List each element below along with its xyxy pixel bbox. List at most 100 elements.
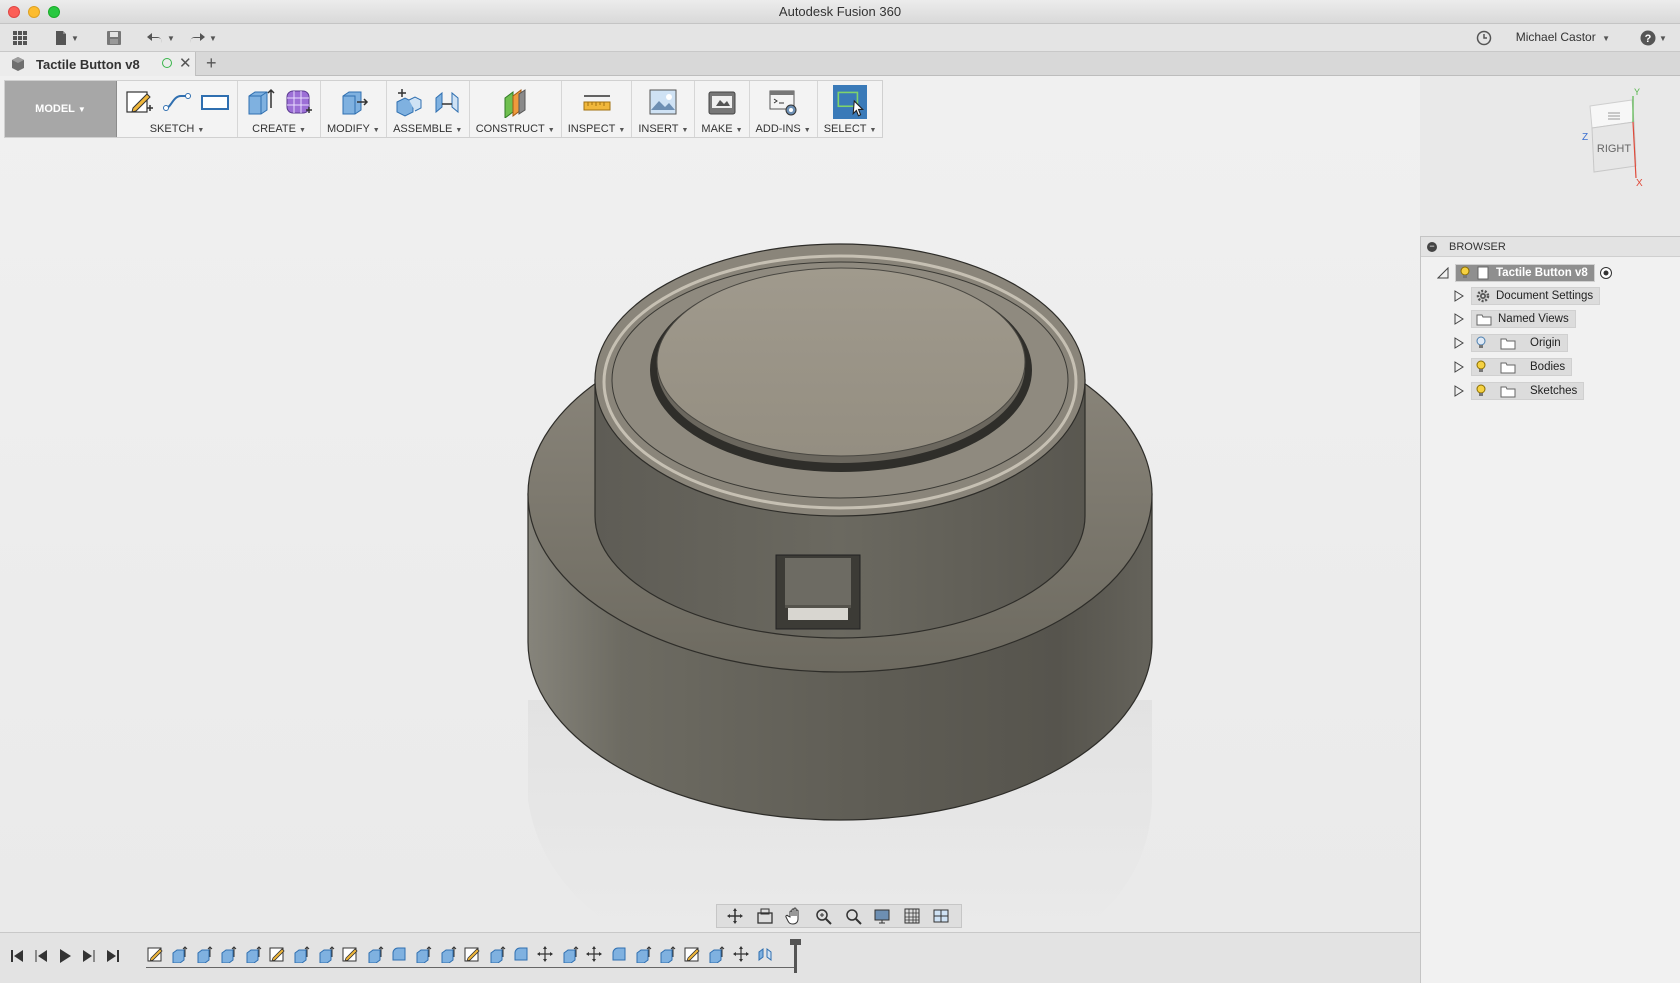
redo-button[interactable]: ▼ (188, 27, 217, 49)
collapse-browser-icon[interactable]: − (1427, 241, 1437, 252)
timeline-feature-fillet-icon[interactable] (390, 945, 408, 963)
activate-radio-icon[interactable] (1599, 266, 1613, 280)
user-menu[interactable]: Michael Castor ▼ (1516, 30, 1610, 44)
previous-step-icon[interactable] (32, 947, 50, 965)
extrude-icon[interactable] (244, 86, 276, 118)
timeline-feature-extrude-icon[interactable] (244, 945, 262, 964)
collapsed-triangle-icon[interactable] (1453, 337, 1465, 349)
play-icon[interactable] (56, 947, 74, 965)
timeline-feature-extrude-icon[interactable] (219, 945, 237, 964)
select-icon[interactable] (831, 85, 869, 119)
timeline-feature-sketch-icon[interactable] (146, 945, 164, 963)
timeline-feature-extrude-icon[interactable] (366, 945, 384, 964)
window-minimize-button[interactable] (28, 6, 40, 18)
create-sketch-icon[interactable] (123, 86, 155, 118)
timeline-feature-extrude-icon[interactable] (317, 945, 335, 964)
timeline-feature-joint-icon[interactable] (756, 945, 774, 963)
collapsed-triangle-icon[interactable] (1453, 385, 1465, 397)
collapsed-triangle-icon[interactable] (1453, 361, 1465, 373)
timeline-feature-extrude-icon[interactable] (488, 945, 506, 964)
timeline-feature-sketch-icon[interactable] (268, 945, 286, 963)
lightbulb-icon[interactable] (1476, 360, 1486, 374)
insert-image-icon[interactable] (647, 86, 679, 118)
lightbulb-off-icon[interactable] (1476, 336, 1486, 350)
timeline-feature-sketch-icon[interactable] (463, 945, 481, 963)
grid-icon[interactable] (903, 907, 923, 925)
window-close-button[interactable] (8, 6, 20, 18)
timeline-feature-move-icon[interactable] (585, 945, 603, 963)
browser-item-sketches[interactable]: Sketches (1453, 381, 1585, 401)
timeline-feature-extrude-icon[interactable] (292, 945, 310, 964)
pan-icon[interactable] (785, 907, 805, 925)
scripts-icon[interactable] (767, 86, 799, 118)
rectangle-icon[interactable] (199, 86, 231, 118)
create-menu[interactable]: CREATE ▼ (252, 123, 306, 135)
browser-header[interactable]: − BROWSER (1421, 237, 1680, 257)
look-at-icon[interactable] (755, 907, 775, 925)
timeline-feature-fillet-icon[interactable] (512, 945, 530, 963)
timeline-feature-move-icon[interactable] (536, 945, 554, 963)
timeline-feature-fillet-icon[interactable] (610, 945, 628, 963)
view-cube[interactable]: RIGHT Y Z X (1570, 86, 1650, 189)
data-panel-button[interactable] (12, 27, 28, 49)
undo-button[interactable]: ▼ (146, 27, 175, 49)
press-pull-icon[interactable] (337, 86, 369, 118)
add-ins-menu[interactable]: ADD-INS ▼ (756, 123, 811, 135)
next-step-icon[interactable] (80, 947, 98, 965)
timeline-feature-move-icon[interactable] (732, 945, 750, 963)
timeline-marker[interactable] (790, 939, 801, 973)
new-component-icon[interactable] (393, 86, 425, 118)
form-icon[interactable] (282, 86, 314, 118)
browser-item-named-views[interactable]: Named Views (1453, 309, 1576, 329)
timeline-feature-extrude-icon[interactable] (170, 945, 188, 964)
browser-item-document-settings[interactable]: Document Settings (1453, 286, 1601, 306)
save-button[interactable] (106, 27, 122, 49)
sketch-menu[interactable]: SKETCH ▼ (150, 123, 205, 135)
measure-icon[interactable] (581, 86, 613, 118)
timeline-feature-sketch-icon[interactable] (341, 945, 359, 963)
document-tab[interactable]: Tactile Button v8 ✕ (0, 52, 196, 76)
new-tab-button[interactable]: + (206, 53, 217, 74)
zoom-window-icon[interactable] (844, 907, 864, 925)
timeline-feature-sketch-icon[interactable] (683, 945, 701, 963)
first-step-icon[interactable] (8, 947, 26, 965)
collapsed-triangle-icon[interactable] (1453, 313, 1465, 325)
timeline-feature-extrude-icon[interactable] (658, 945, 676, 964)
browser-item-origin[interactable]: Origin (1453, 333, 1568, 353)
offset-plane-icon[interactable] (499, 86, 531, 118)
zoom-icon[interactable] (814, 907, 834, 925)
last-step-icon[interactable] (104, 947, 122, 965)
viewports-icon[interactable] (932, 907, 952, 925)
timeline-feature-extrude-icon[interactable] (634, 945, 652, 964)
job-status-button[interactable] (1476, 27, 1492, 49)
browser-item-bodies[interactable]: Bodies (1453, 357, 1573, 377)
lightbulb-icon[interactable] (1460, 266, 1470, 280)
close-tab-icon[interactable]: ✕ (179, 54, 192, 72)
browser-root-node[interactable]: Tactile Button v8 (1437, 263, 1613, 283)
timeline-feature-extrude-icon[interactable] (707, 945, 725, 964)
timeline-feature-extrude-icon[interactable] (439, 945, 457, 964)
window-maximize-button[interactable] (48, 6, 60, 18)
inspect-menu[interactable]: INSPECT ▼ (568, 123, 626, 135)
timeline-track[interactable] (146, 939, 826, 977)
make-menu[interactable]: MAKE ▼ (701, 123, 742, 135)
timeline-feature-extrude-icon[interactable] (195, 945, 213, 964)
help-button[interactable]: ? ▼ (1640, 27, 1667, 49)
display-settings-icon[interactable] (873, 907, 893, 925)
modify-menu[interactable]: MODIFY ▼ (327, 123, 380, 135)
assemble-menu[interactable]: ASSEMBLE ▼ (393, 123, 462, 135)
construct-menu[interactable]: CONSTRUCT ▼ (476, 123, 555, 135)
lightbulb-icon[interactable] (1476, 384, 1486, 398)
3d-print-icon[interactable] (706, 86, 738, 118)
insert-menu[interactable]: INSERT ▼ (638, 123, 688, 135)
collapsed-triangle-icon[interactable] (1453, 290, 1465, 302)
line-icon[interactable] (161, 86, 193, 118)
timeline-feature-extrude-icon[interactable] (561, 945, 579, 964)
orbit-icon[interactable] (726, 907, 746, 925)
canvas-viewport[interactable] (0, 76, 1420, 932)
file-menu-button[interactable]: ▼ (54, 27, 79, 49)
workspace-switcher[interactable]: MODEL ▼ (5, 81, 117, 137)
select-menu[interactable]: SELECT ▼ (824, 123, 877, 135)
joint-icon[interactable] (431, 86, 463, 118)
timeline-feature-extrude-icon[interactable] (414, 945, 432, 964)
